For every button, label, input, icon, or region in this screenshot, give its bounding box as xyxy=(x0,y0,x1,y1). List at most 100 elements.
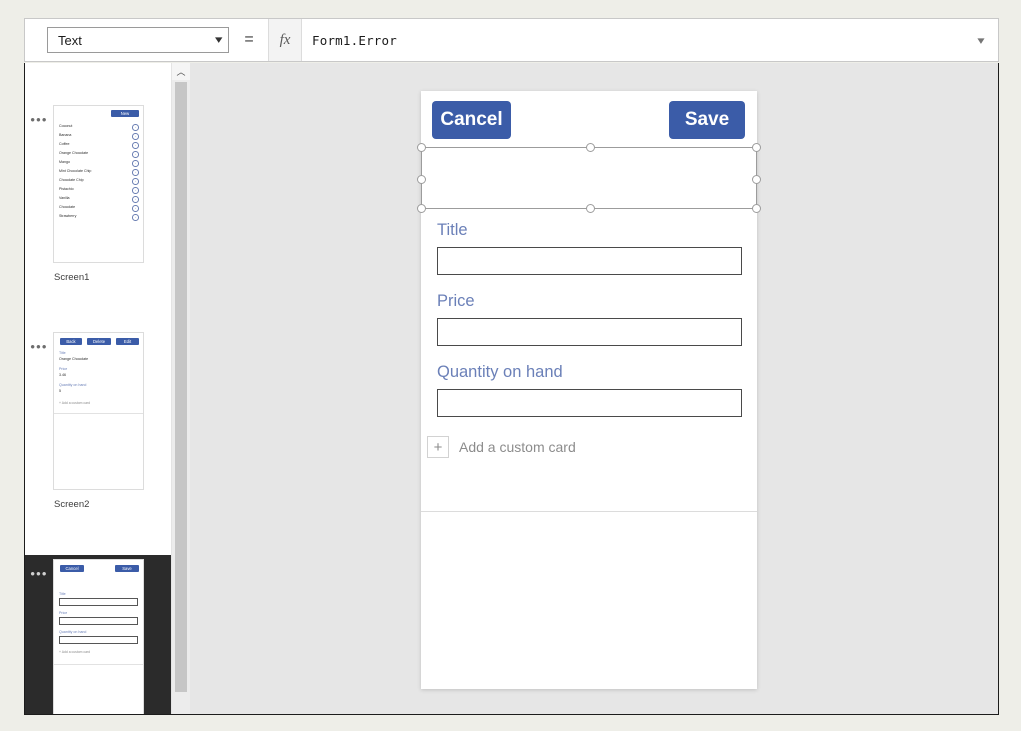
field-title: Title xyxy=(437,221,742,275)
screen3-cancel-button: Cancel xyxy=(60,565,84,572)
screen2-price-label: Price xyxy=(59,367,68,371)
screen3-price-label: Price xyxy=(59,611,68,615)
screen3-title-label: Title xyxy=(59,592,66,596)
screen2-quantity-value: 5 xyxy=(59,389,61,393)
resize-handle-middle-left[interactable] xyxy=(417,175,426,184)
resize-handle-bottom-left[interactable] xyxy=(417,204,426,213)
quantity-on-hand-label: Quantity on hand xyxy=(437,363,563,381)
plus-icon: + xyxy=(427,436,449,458)
app-root: Text ▾ = fx Form1.Error ▾ ••• New Coconu… xyxy=(0,0,1021,731)
resize-handle-top-right[interactable] xyxy=(752,143,761,152)
title-input[interactable] xyxy=(437,247,742,275)
screen2-edit-button: Edit xyxy=(116,338,139,345)
chevron-right-icon: › xyxy=(132,169,139,176)
screen2-back-button: Back xyxy=(60,338,82,345)
screen2-title-value: Orange Chocolate xyxy=(59,357,89,361)
scroll-up-icon[interactable]: ︿ xyxy=(172,63,190,80)
chevron-right-icon: › xyxy=(132,142,139,149)
screen1-more-options-icon[interactable]: ••• xyxy=(25,101,53,283)
add-custom-card-button[interactable]: + Add a custom card xyxy=(427,436,576,458)
scrollbar-thumb[interactable] xyxy=(175,82,187,692)
screen3-quantity-label: Quantity on hand xyxy=(59,630,87,634)
resize-handle-bottom-right[interactable] xyxy=(752,204,761,213)
field-quantity: Quantity on hand xyxy=(437,363,742,417)
screen2-quantity-label: Quantity on hand xyxy=(59,383,87,387)
screen3-column: Cancel Save Title Price Quantity on hand… xyxy=(53,555,190,714)
screen3-quantity-input xyxy=(59,636,138,644)
screen1-column: New Coconut › Banana › Coffee › Orange Choc… xyxy=(53,101,190,283)
screen2-preview[interactable]: Back Delete Edit Title Orange Chocolate … xyxy=(53,332,144,490)
screen2-title-label: Title xyxy=(59,351,66,355)
screen3-more-options-icon[interactable]: ••• xyxy=(25,555,53,714)
equals-sign: = xyxy=(244,31,254,48)
add-custom-card-label: Add a custom card xyxy=(459,439,576,455)
screen2-delete-button: Delete xyxy=(87,338,111,345)
fx-icon: fx xyxy=(268,19,302,61)
thumbnail-screen1[interactable]: ••• New Coconut › Banana › Coffee › Orange … xyxy=(25,101,190,283)
chevron-down-icon: ▾ xyxy=(215,33,223,46)
resize-handle-top-left[interactable] xyxy=(417,143,426,152)
chevron-right-icon: › xyxy=(132,205,139,212)
resize-handle-middle-right[interactable] xyxy=(752,175,761,184)
chevron-right-icon: › xyxy=(132,151,139,158)
screen1-row-chocolate-chip: Chocolate Chip › xyxy=(59,176,139,185)
screen-preview[interactable]: Cancel Save Title Price Quantity on hand… xyxy=(417,91,761,689)
workspace: ••• New Coconut › Banana › Coffee › Orange … xyxy=(24,63,999,715)
property-selector[interactable]: Text ▾ xyxy=(47,27,229,53)
screen1-label: Screen1 xyxy=(54,272,90,283)
save-button[interactable]: Save xyxy=(669,101,745,139)
screen1-row-mint-chocolate-chip: Mint Chocolate Chip › xyxy=(59,167,139,176)
form-bottom-divider xyxy=(421,511,757,512)
screen1-row-pistachio: Pistachio › xyxy=(59,185,139,194)
thumbnail-scrollbar[interactable]: ︿ xyxy=(171,63,190,714)
thumbnail-screen3[interactable]: ••• Cancel Save Title Price Quantity on … xyxy=(25,555,190,714)
title-label: Title xyxy=(437,221,468,239)
selected-control-bounding-box[interactable] xyxy=(417,143,761,213)
screen1-row-strawberry: Strawberry › xyxy=(59,212,139,221)
screen2-add-custom-card: + Add a custom card xyxy=(59,401,91,405)
screen3-save-button: Save xyxy=(115,565,139,572)
screen1-row-vanilla: Vanilla › xyxy=(59,194,139,203)
screen1-new-button: New xyxy=(111,110,139,117)
chevron-right-icon: › xyxy=(132,214,139,221)
chevron-right-icon: › xyxy=(132,178,139,185)
screen2-price-value: 3.46 xyxy=(59,373,66,377)
plus-icon: + xyxy=(59,650,61,654)
formula-expand-chevron-down-icon[interactable]: ▾ xyxy=(959,19,1003,61)
screen1-preview[interactable]: New Coconut › Banana › Coffee › Orange Choc… xyxy=(53,105,144,263)
screen2-more-options-icon[interactable]: ••• xyxy=(25,328,53,510)
cancel-button[interactable]: Cancel xyxy=(432,101,511,139)
price-input[interactable] xyxy=(437,318,742,346)
screen1-row-banana: Banana › xyxy=(59,131,139,140)
screen1-row-orange-chocolate: Orange Chocolate › xyxy=(59,149,139,158)
formula-bar: Text ▾ = fx Form1.Error ▾ xyxy=(24,18,999,62)
quantity-on-hand-input[interactable] xyxy=(437,389,742,417)
screen2-divider xyxy=(54,413,143,414)
screen2-label: Screen2 xyxy=(54,499,90,510)
chevron-right-icon: › xyxy=(132,133,139,140)
screen1-row-coffee: Coffee › xyxy=(59,140,139,149)
screen1-row-chocolate: Chocolate › xyxy=(59,203,139,212)
field-price: Price xyxy=(437,292,742,346)
screen3-price-input xyxy=(59,617,138,625)
screen3-preview[interactable]: Cancel Save Title Price Quantity on hand… xyxy=(53,559,144,714)
formula-input[interactable]: Form1.Error xyxy=(302,19,964,61)
chevron-right-icon: › xyxy=(132,187,139,194)
resize-handle-bottom-center[interactable] xyxy=(586,204,595,213)
price-label: Price xyxy=(437,292,475,310)
screen1-row-mango: Mango › xyxy=(59,158,139,167)
screen-thumbnail-rail: ••• New Coconut › Banana › Coffee › Orange … xyxy=(25,63,190,714)
screen3-add-custom-card: + Add a custom card xyxy=(59,650,91,654)
chevron-right-icon: › xyxy=(132,124,139,131)
screen3-divider xyxy=(54,664,143,665)
plus-icon: + xyxy=(59,401,61,405)
resize-handle-top-center[interactable] xyxy=(586,143,595,152)
chevron-right-icon: › xyxy=(132,160,139,167)
screen3-title-input xyxy=(59,598,138,606)
screen2-column: Back Delete Edit Title Orange Chocolate … xyxy=(53,328,190,510)
chevron-right-icon: › xyxy=(132,196,139,203)
thumbnail-screen2[interactable]: ••• Back Delete Edit Title Orange Chocol… xyxy=(25,328,190,510)
design-canvas[interactable]: Cancel Save Title Price Quantity on hand… xyxy=(190,63,998,714)
screen1-row-coconut: Coconut › xyxy=(59,122,139,131)
property-selector-value: Text xyxy=(58,32,82,48)
